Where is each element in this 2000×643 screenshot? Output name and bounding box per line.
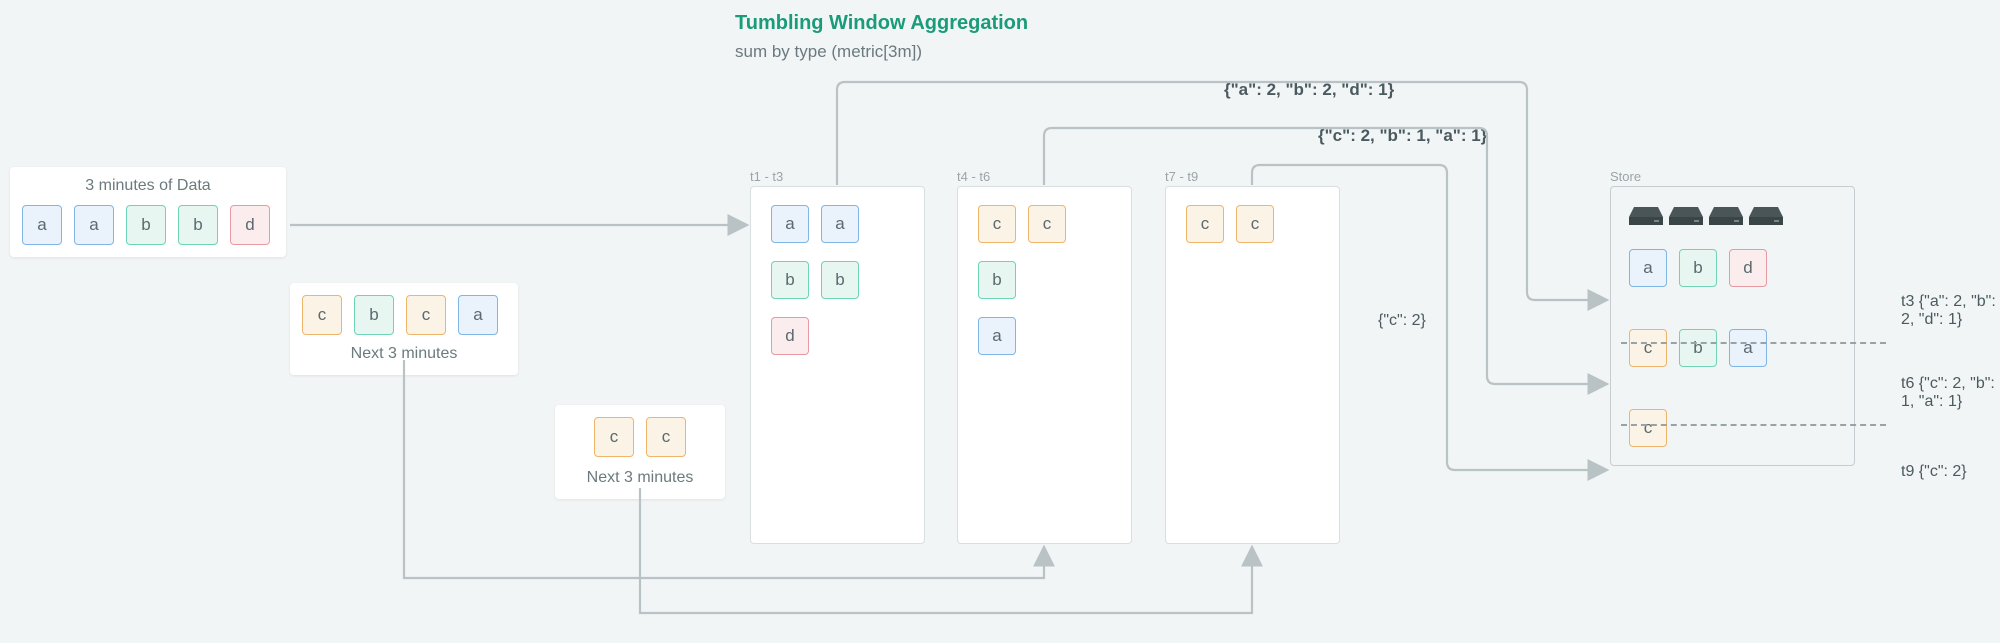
window-3: c c xyxy=(1165,186,1340,544)
server-icon xyxy=(1749,205,1783,227)
token-c: c xyxy=(1629,409,1667,447)
token-c: c xyxy=(302,295,342,335)
token-d: d xyxy=(1729,249,1767,287)
window-1-row: b b xyxy=(771,261,904,299)
token-c: c xyxy=(406,295,446,335)
token-a: a xyxy=(771,205,809,243)
arrow-result-3: {"c": 2} xyxy=(1378,312,1426,330)
token-b: b xyxy=(978,261,1016,299)
token-a: a xyxy=(458,295,498,335)
store-row-2-text: t6 {"c": 2, "b": 1, "a": 1} xyxy=(1901,375,2000,411)
token-c: c xyxy=(594,417,634,457)
window-1-row: a a xyxy=(771,205,904,243)
window-2-row: b xyxy=(978,261,1111,299)
window-2: c c b a xyxy=(957,186,1132,544)
arrow-result-2: {"c": 2, "b": 1, "a": 1} xyxy=(1318,126,1487,146)
store-row-3: c xyxy=(1629,409,1836,447)
diagram-title: Tumbling Window Aggregation xyxy=(735,12,1028,35)
source-card-3-label: Next 3 minutes xyxy=(567,469,713,487)
token-d: d xyxy=(230,205,270,245)
source-card-3: c c Next 3 minutes xyxy=(555,405,725,499)
store-divider xyxy=(1621,424,1886,426)
token-c: c xyxy=(1186,205,1224,243)
source-card-3-tokens: c c xyxy=(567,417,713,457)
store-divider xyxy=(1621,342,1886,344)
server-icon xyxy=(1669,205,1703,227)
source-card-2-label: Next 3 minutes xyxy=(302,345,506,363)
store-label: Store xyxy=(1610,169,1641,184)
diagram-subtitle: sum by type (metric[3m]) xyxy=(735,42,922,62)
token-a: a xyxy=(74,205,114,245)
window-2-row: a xyxy=(978,317,1111,355)
token-c: c xyxy=(1629,329,1667,367)
token-b: b xyxy=(1679,249,1717,287)
token-a: a xyxy=(22,205,62,245)
token-c: c xyxy=(646,417,686,457)
token-a: a xyxy=(978,317,1016,355)
arrow-result-1: {"a": 2, "b": 2, "d": 1} xyxy=(1224,80,1394,100)
server-icon xyxy=(1629,205,1663,227)
source-card-1: 3 minutes of Data a a b b d xyxy=(10,167,286,257)
token-b: b xyxy=(771,261,809,299)
token-a: a xyxy=(1629,249,1667,287)
server-icons xyxy=(1629,205,1836,227)
store-row-1-text: t3 {"a": 2, "b": 2, "d": 1} xyxy=(1901,293,2000,329)
token-a: a xyxy=(1729,329,1767,367)
window-3-label: t7 - t9 xyxy=(1165,169,1198,184)
token-d: d xyxy=(771,317,809,355)
window-1-label: t1 - t3 xyxy=(750,169,783,184)
store-row-3-text: t9 {"c": 2} xyxy=(1901,463,1967,481)
window-1: a a b b d xyxy=(750,186,925,544)
token-b: b xyxy=(178,205,218,245)
source-card-2: c b c a Next 3 minutes xyxy=(290,283,518,375)
token-a: a xyxy=(821,205,859,243)
token-b: b xyxy=(126,205,166,245)
token-c: c xyxy=(978,205,1016,243)
token-c: c xyxy=(1028,205,1066,243)
window-3-row: c c xyxy=(1186,205,1319,243)
token-b: b xyxy=(821,261,859,299)
window-2-row: c c xyxy=(978,205,1111,243)
token-c: c xyxy=(1236,205,1274,243)
store-row-2: c b a xyxy=(1629,329,1836,367)
window-1-row: d xyxy=(771,317,904,355)
window-2-label: t4 - t6 xyxy=(957,169,990,184)
token-b: b xyxy=(1679,329,1717,367)
source-card-2-tokens: c b c a xyxy=(302,295,506,335)
server-icon xyxy=(1709,205,1743,227)
token-b: b xyxy=(354,295,394,335)
source-card-1-label: 3 minutes of Data xyxy=(22,177,274,195)
source-card-1-tokens: a a b b d xyxy=(22,205,274,245)
store-row-1: a b d xyxy=(1629,249,1836,287)
